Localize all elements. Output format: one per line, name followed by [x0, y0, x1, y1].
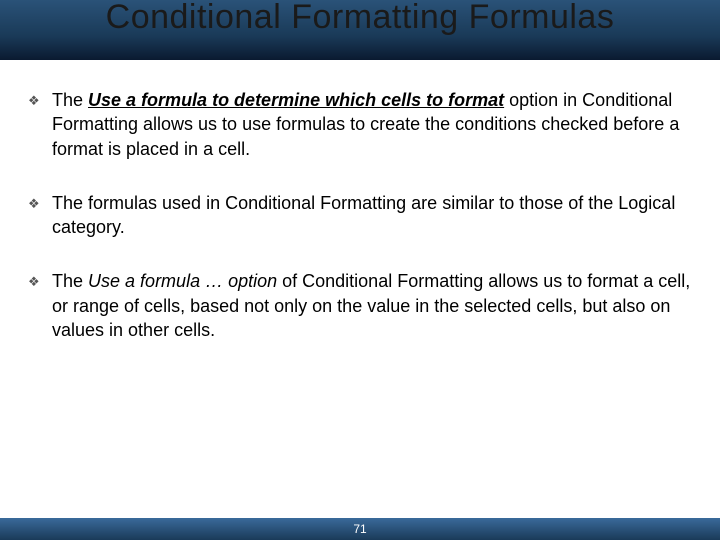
title-band: Conditional Formatting Formulas [0, 0, 720, 60]
text-run: The [52, 271, 88, 291]
bullet-item: ❖ The Use a formula … option of Conditio… [28, 269, 692, 342]
text-run: The formulas used in Conditional Formatt… [52, 193, 675, 237]
text-run: The [52, 90, 88, 110]
diamond-bullet-icon: ❖ [28, 88, 52, 110]
slide-title: Conditional Formatting Formulas [0, 0, 720, 37]
diamond-bullet-icon: ❖ [28, 269, 52, 291]
bullet-item: ❖ The formulas used in Conditional Forma… [28, 191, 692, 240]
bullet-text: The Use a formula to determine which cel… [52, 88, 692, 161]
page-number: 71 [353, 522, 366, 536]
footer-bar: 71 [0, 518, 720, 540]
content-area: ❖ The Use a formula to determine which c… [0, 60, 720, 342]
diamond-bullet-icon: ❖ [28, 191, 52, 213]
bullet-text: The formulas used in Conditional Formatt… [52, 191, 692, 240]
bullet-item: ❖ The Use a formula to determine which c… [28, 88, 692, 161]
emphasis-run: Use a formula … option [88, 271, 277, 291]
emphasis-run: Use a formula to determine which cells t… [88, 90, 504, 110]
bullet-text: The Use a formula … option of Conditiona… [52, 269, 692, 342]
